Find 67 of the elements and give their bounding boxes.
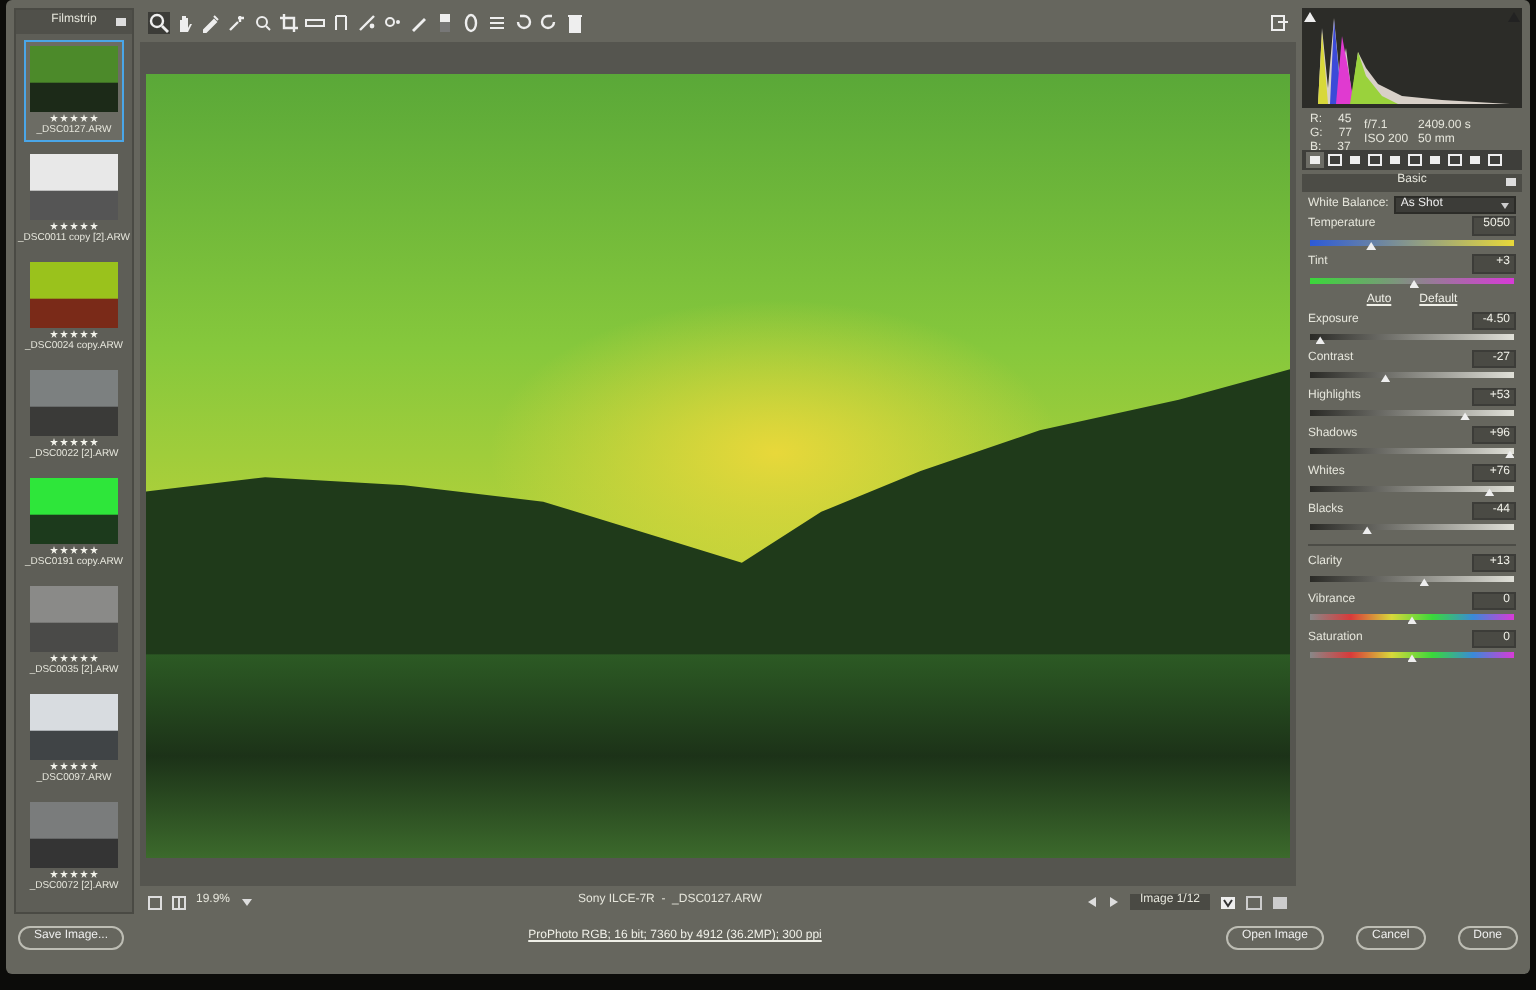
- search-icon[interactable]: [148, 12, 170, 34]
- star-rating[interactable]: [50, 114, 98, 122]
- photo-placeholder: [30, 478, 118, 544]
- panel-tab-icon[interactable]: [1348, 154, 1362, 166]
- star-rating[interactable]: [50, 762, 98, 770]
- slider-thumb[interactable]: [1366, 242, 1377, 250]
- panel-tab-icon[interactable]: [1488, 154, 1502, 166]
- slider-thumb[interactable]: [1407, 654, 1417, 663]
- single-view-icon[interactable]: [148, 895, 162, 909]
- slider-thumb[interactable]: [1380, 374, 1391, 383]
- star-rating[interactable]: [50, 870, 98, 878]
- slider-track[interactable]: [1310, 448, 1514, 455]
- panel-tab-icon[interactable]: [1388, 154, 1402, 166]
- slider-track[interactable]: [1310, 240, 1514, 246]
- rotate-left-icon[interactable]: [512, 12, 534, 34]
- previous-icon[interactable]: [1085, 896, 1098, 908]
- panel-tab-icon[interactable]: [1408, 154, 1422, 166]
- slider-track[interactable]: [1310, 372, 1514, 379]
- slider-track[interactable]: [1310, 524, 1514, 531]
- caret-icon[interactable]: [240, 896, 255, 908]
- photo-placeholder: [30, 262, 118, 328]
- trash-icon[interactable]: [564, 12, 586, 34]
- brush-icon[interactable]: [408, 12, 430, 34]
- panel-tab-icon[interactable]: [1328, 154, 1342, 166]
- photo-placeholder: [30, 694, 118, 760]
- panel-tab-icon[interactable]: [1308, 154, 1322, 166]
- slider-thumb[interactable]: [1315, 336, 1326, 345]
- photo-placeholder: [30, 46, 118, 112]
- gradient-filter-icon[interactable]: [434, 12, 456, 34]
- slider-track[interactable]: [1310, 334, 1514, 341]
- panel-tab-icon[interactable]: [1368, 154, 1382, 166]
- slider-thumb[interactable]: [1460, 412, 1471, 421]
- caret-icon: [1500, 201, 1510, 209]
- slider-track[interactable]: [1310, 486, 1514, 493]
- list-icon[interactable]: [486, 12, 508, 34]
- slider-thumb[interactable]: [1419, 578, 1430, 587]
- star-rating[interactable]: [50, 546, 98, 554]
- slider-thumb[interactable]: [1504, 450, 1515, 459]
- star-rating[interactable]: [50, 654, 98, 662]
- photo-placeholder: [30, 154, 118, 220]
- color-sampler-icon[interactable]: [226, 12, 248, 34]
- slider-thumb[interactable]: [1484, 488, 1495, 497]
- photo-placeholder: [30, 370, 118, 436]
- crop-icon[interactable]: [278, 12, 300, 34]
- next-icon[interactable]: [1107, 896, 1120, 908]
- before-after-icon[interactable]: [1220, 895, 1237, 909]
- photo-placeholder: [30, 802, 118, 868]
- compare-view-icon[interactable]: [172, 895, 186, 909]
- slider-track[interactable]: [1310, 278, 1514, 284]
- star-rating[interactable]: [50, 330, 98, 338]
- panel-tab-icon[interactable]: [1448, 154, 1462, 166]
- panel-tab-icon[interactable]: [1428, 154, 1442, 166]
- panel-tab-icon[interactable]: [1468, 154, 1482, 166]
- slider-track[interactable]: [1310, 652, 1514, 659]
- photo-placeholder: [30, 586, 118, 652]
- slider-thumb[interactable]: [1362, 526, 1373, 535]
- slider-thumb[interactable]: [1409, 280, 1420, 288]
- star-rating[interactable]: [50, 222, 98, 230]
- hand-icon[interactable]: [174, 12, 196, 34]
- slider-thumb[interactable]: [1407, 616, 1417, 625]
- radial-filter-icon[interactable]: [460, 12, 482, 34]
- export-icon[interactable]: [1270, 14, 1288, 32]
- slider-track[interactable]: [1310, 410, 1514, 417]
- slider-track[interactable]: [1310, 576, 1514, 583]
- slider-track[interactable]: [1310, 614, 1514, 621]
- star-rating[interactable]: [50, 438, 98, 446]
- rotate-right-icon[interactable]: [538, 12, 560, 34]
